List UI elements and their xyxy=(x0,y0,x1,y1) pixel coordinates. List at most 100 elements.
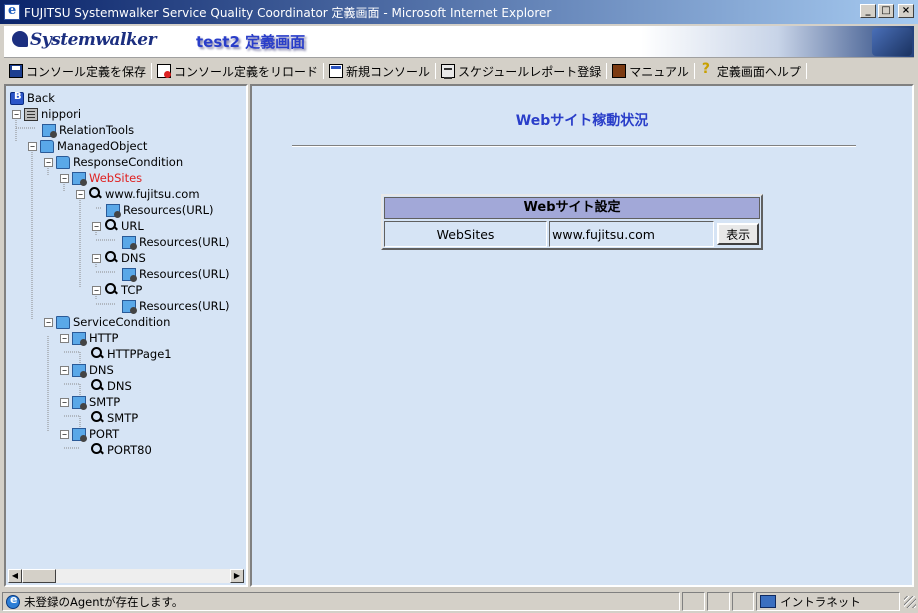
tree-node-www-fujitsu[interactable]: − www.fujitsu.com xyxy=(76,186,200,202)
tree-label: SMTP xyxy=(89,395,121,409)
folder-icon xyxy=(56,315,70,329)
toolbar-separator xyxy=(805,63,807,79)
tool-folder-icon xyxy=(72,171,87,186)
tree-label: www.fujitsu.com xyxy=(105,187,200,201)
tree-label: TCP xyxy=(121,283,143,297)
tree-node-resources-url[interactable]: Resources(URL) xyxy=(122,298,230,314)
collapse-toggle[interactable]: − xyxy=(92,221,101,231)
window-controls: _ □ × xyxy=(860,4,914,18)
tree-label: Resources(URL) xyxy=(139,267,230,281)
tool-folder-icon xyxy=(72,363,87,378)
tree-label: DNS xyxy=(121,251,146,265)
content-pane: Webサイト稼動状況 Webサイト設定 WebSites www.fujitsu… xyxy=(250,84,914,587)
collapse-toggle[interactable]: − xyxy=(60,429,69,439)
scroll-left-button[interactable]: ◀ xyxy=(8,569,22,583)
tree-node-http[interactable]: − HTTP xyxy=(60,330,118,346)
window-titlebar[interactable]: FUJITSU Systemwalker Service Quality Coo… xyxy=(0,0,918,24)
systemwalker-logo-icon xyxy=(12,31,28,47)
tree-label: ServiceCondition xyxy=(73,315,171,329)
tree-horizontal-scrollbar[interactable]: ◀ ▶ xyxy=(8,569,244,583)
tree-node-nippori[interactable]: − nippori xyxy=(12,106,81,122)
help-label: 定義画面ヘルプ xyxy=(716,64,801,79)
reload-console-label: コンソール定義をリロード xyxy=(174,64,319,79)
back-icon xyxy=(10,91,24,105)
systemwalker-logo: Systemwalker xyxy=(12,30,157,50)
scroll-track[interactable] xyxy=(22,569,230,583)
tree-node-url[interactable]: − URL xyxy=(92,218,144,234)
magnifier-icon xyxy=(104,219,118,233)
save-console-button[interactable]: コンソール定義を保存 xyxy=(4,61,151,81)
magnifier-icon xyxy=(90,411,104,425)
manual-button[interactable]: マニュアル xyxy=(607,61,694,81)
scroll-right-button[interactable]: ▶ xyxy=(230,569,244,583)
schedule-report-label: スケジュールレポート登録 xyxy=(458,64,602,79)
tree-label: Resources(URL) xyxy=(139,299,230,313)
magnifier-icon xyxy=(104,283,118,297)
tree-node-dns-service[interactable]: − DNS xyxy=(60,362,114,378)
show-button[interactable]: 表示 xyxy=(717,223,760,245)
collapse-toggle[interactable]: − xyxy=(44,317,53,327)
collapse-toggle[interactable]: − xyxy=(76,189,85,199)
minimize-button[interactable]: _ xyxy=(860,4,876,18)
header-banner: Systemwalker test2 定義画面 xyxy=(4,26,914,58)
status-bar: 未登録のAgentが存在します。 イントラネット xyxy=(0,590,918,613)
close-button[interactable]: × xyxy=(898,4,914,18)
tree-node-port80[interactable]: PORT80 xyxy=(90,442,152,458)
collapse-toggle[interactable]: − xyxy=(60,333,69,343)
tree-node-back[interactable]: Back xyxy=(10,90,55,106)
tree-node-managedobject[interactable]: − ManagedObject xyxy=(28,138,147,154)
status-panel-empty xyxy=(731,592,755,611)
help-button[interactable]: 定義画面ヘルプ xyxy=(695,61,806,81)
tree-node-smtp-child[interactable]: SMTP xyxy=(90,410,138,426)
scroll-thumb[interactable] xyxy=(22,569,56,583)
tool-folder-icon xyxy=(122,299,137,314)
tree-node-port[interactable]: − PORT xyxy=(60,426,119,442)
help-icon xyxy=(700,61,714,78)
tree-node-resources-url[interactable]: Resources(URL) xyxy=(106,202,214,218)
collapse-toggle[interactable]: − xyxy=(60,397,69,407)
collapse-toggle[interactable]: − xyxy=(44,157,53,167)
ie-app-icon xyxy=(4,3,20,20)
toolbar: コンソール定義を保存 コンソール定義をリロード 新規コンソール スケジュールレポ… xyxy=(4,60,914,82)
tree-label: HTTPPage1 xyxy=(107,347,172,361)
tree-label: URL xyxy=(121,219,144,233)
collapse-toggle[interactable]: − xyxy=(92,285,101,295)
divider xyxy=(292,145,856,147)
schedule-report-button[interactable]: スケジュールレポート登録 xyxy=(436,61,606,81)
reload-console-button[interactable]: コンソール定義をリロード xyxy=(152,61,323,81)
collapse-toggle[interactable]: − xyxy=(92,253,101,263)
tree-label: DNS xyxy=(89,363,114,377)
tool-folder-icon xyxy=(122,235,137,250)
tree-label: ManagedObject xyxy=(57,139,148,153)
tree-node-websites[interactable]: − WebSites xyxy=(60,170,142,186)
logo-text: Systemwalker xyxy=(30,30,157,50)
tree-label: DNS xyxy=(107,379,132,393)
tree-label: RelationTools xyxy=(59,123,135,137)
new-console-button[interactable]: 新規コンソール xyxy=(324,61,435,81)
tree-node-httppage1[interactable]: HTTPPage1 xyxy=(90,346,172,362)
table-header: Webサイト設定 xyxy=(384,197,760,219)
tree-label: nippori xyxy=(41,107,82,121)
collapse-toggle[interactable]: − xyxy=(60,173,69,183)
tree-node-smtp[interactable]: − SMTP xyxy=(60,394,120,410)
tree-pane[interactable]: Back − nippori RelationTools − ManagedOb… xyxy=(4,84,248,587)
tree-node-tcp[interactable]: − TCP xyxy=(92,282,142,298)
collapse-toggle[interactable]: − xyxy=(28,141,37,151)
tree-node-dns[interactable]: − DNS xyxy=(92,250,146,266)
collapse-toggle[interactable]: − xyxy=(12,109,21,119)
resize-grip[interactable] xyxy=(904,595,916,608)
tree-node-dns-child[interactable]: DNS xyxy=(90,378,132,394)
tree-node-responsecondition[interactable]: − ResponseCondition xyxy=(44,154,183,170)
magnifier-icon xyxy=(90,379,104,393)
tool-folder-icon xyxy=(106,203,121,218)
collapse-toggle[interactable]: − xyxy=(60,365,69,375)
tree-node-resources-url[interactable]: Resources(URL) xyxy=(122,234,230,250)
tree-node-servicecondition[interactable]: − ServiceCondition xyxy=(44,314,170,330)
tree-node-resources-url[interactable]: Resources(URL) xyxy=(122,266,230,282)
tool-folder-icon xyxy=(42,123,57,138)
content-title: Webサイト稼動状況 xyxy=(515,113,649,129)
tree-node-relationtools[interactable]: RelationTools xyxy=(42,122,134,138)
tool-folder-icon xyxy=(72,427,87,442)
security-zone-panel: イントラネット xyxy=(756,592,901,611)
maximize-button[interactable]: □ xyxy=(878,4,894,18)
